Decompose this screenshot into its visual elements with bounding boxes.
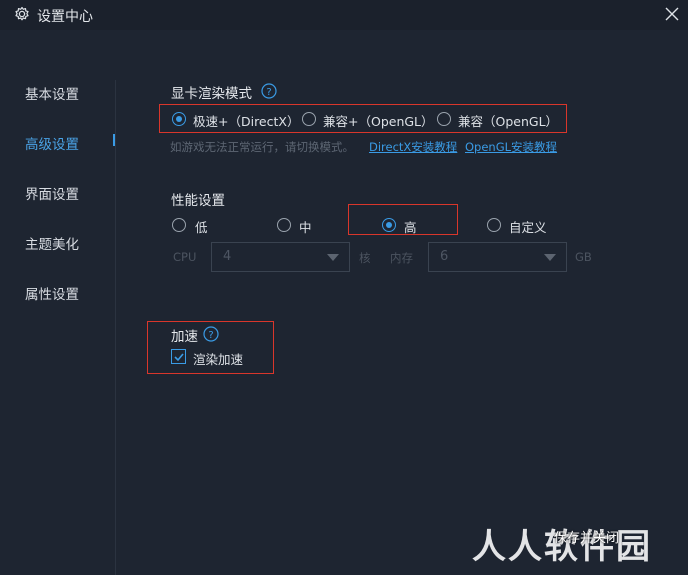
opengl-tutorial-link[interactable]: OpenGL安装教程 [465, 139, 557, 155]
perf-medium-label[interactable]: 中 [299, 217, 312, 236]
render-mode-title: 显卡渲染模式 [171, 86, 252, 102]
cpu-label: CPU [173, 250, 197, 264]
sidebar-item-advanced[interactable]: 高级设置 [25, 133, 79, 153]
help-icon[interactable]: ? [261, 83, 277, 99]
svg-text:?: ? [266, 87, 271, 98]
acceleration-title: 加速 [171, 329, 198, 345]
window-title: 设置中心 [37, 9, 93, 25]
perf-high-highlight [348, 204, 458, 235]
cpu-select[interactable]: 4 [211, 242, 350, 272]
perf-high-radio[interactable] [382, 218, 396, 232]
render-acceleration-checkbox[interactable] [171, 349, 186, 364]
help-icon[interactable]: ? [203, 326, 219, 342]
perf-custom-radio[interactable] [487, 218, 501, 232]
render-opengl-radio[interactable] [437, 112, 451, 126]
render-opengl-plus-radio[interactable] [302, 112, 316, 126]
cpu-select-value: 4 [223, 249, 232, 264]
perf-low-label[interactable]: 低 [195, 217, 208, 236]
svg-text:?: ? [208, 330, 213, 341]
title-bar: 设置中心 [0, 0, 688, 30]
checkmark-icon [174, 353, 184, 362]
render-opengl-plus-label[interactable]: 兼容+（OpenGL） [323, 111, 434, 130]
render-opengl-label[interactable]: 兼容（OpenGL） [458, 111, 558, 130]
memory-unit: GB [575, 250, 592, 264]
sidebar-item-basic[interactable]: 基本设置 [25, 83, 79, 103]
perf-high-label[interactable]: 高 [404, 217, 417, 236]
render-hint-text: 如游戏无法正常运行，请切换模式。 [170, 140, 354, 154]
sidebar-item-interface[interactable]: 界面设置 [25, 183, 79, 203]
chevron-down-icon [327, 254, 339, 261]
perf-custom-label[interactable]: 自定义 [509, 217, 547, 236]
perf-low-radio[interactable] [172, 218, 186, 232]
memory-select-value: 6 [440, 249, 449, 264]
save-and-close-button[interactable]: 保存并关闭 [554, 527, 619, 546]
render-directx-radio[interactable] [172, 112, 186, 126]
performance-title: 性能设置 [171, 193, 225, 209]
render-acceleration-label[interactable]: 渲染加速 [193, 349, 243, 368]
chevron-down-icon [544, 254, 556, 261]
gear-icon [15, 6, 29, 21]
render-directx-label[interactable]: 极速+（DirectX） [193, 111, 299, 130]
sidebar-item-theme[interactable]: 主题美化 [25, 233, 79, 253]
perf-medium-radio[interactable] [277, 218, 291, 232]
memory-label: 内存 [390, 251, 413, 265]
cpu-unit: 核 [359, 251, 371, 265]
sidebar-divider [115, 80, 116, 575]
close-icon[interactable] [662, 4, 682, 24]
directx-tutorial-link[interactable]: DirectX安装教程 [369, 139, 457, 155]
memory-select[interactable]: 6 [428, 242, 567, 272]
sidebar-item-properties[interactable]: 属性设置 [25, 283, 79, 303]
